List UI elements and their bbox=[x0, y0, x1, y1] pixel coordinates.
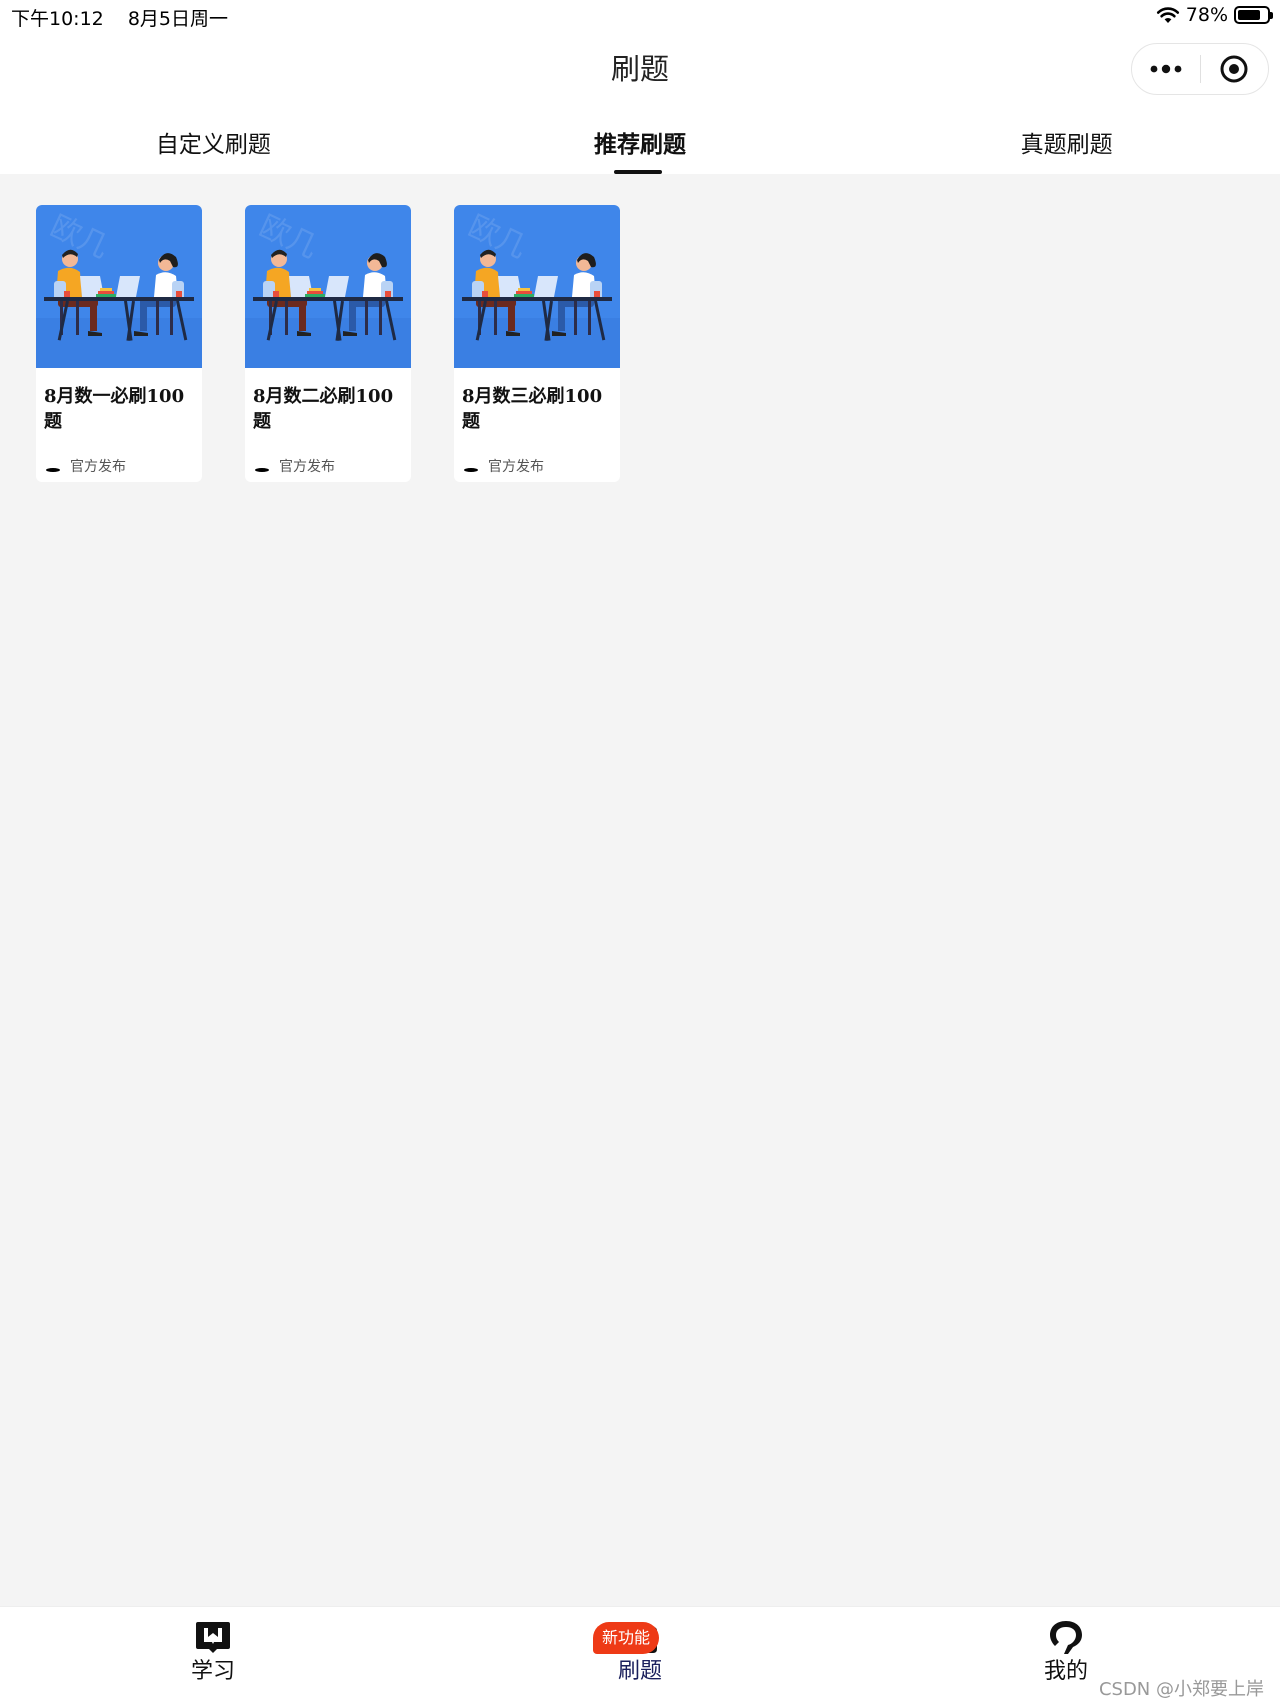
question-set-card[interactable]: 8月数一必刷100题 官方发布 bbox=[36, 205, 202, 482]
status-date: 8月5日周一 bbox=[127, 8, 228, 30]
tab-bar: 自定义刷题 推荐刷题 真题刷题 bbox=[0, 104, 1280, 174]
cover-illustration bbox=[245, 205, 411, 368]
book-icon bbox=[196, 1622, 230, 1653]
publisher-avatar bbox=[44, 457, 62, 475]
battery-icon bbox=[1234, 6, 1273, 24]
question-set-card[interactable]: 8月数二必刷100题 官方发布 bbox=[245, 205, 411, 482]
nav-label: 学习 bbox=[190, 1659, 235, 1684]
battery-level bbox=[1238, 10, 1260, 20]
more-button[interactable] bbox=[1132, 44, 1200, 94]
tab-past-exams[interactable]: 真题刷题 bbox=[853, 104, 1280, 174]
tab-label: 自定义刷题 bbox=[155, 132, 271, 158]
status-indicators: 78% bbox=[1156, 4, 1273, 26]
mini-program-capsule bbox=[1131, 43, 1269, 95]
bottom-tab-bar: 学习 刷题 新功能 我的 CSDN @小郑要上岸 bbox=[0, 1606, 1280, 1707]
active-tab-indicator bbox=[614, 170, 662, 174]
more-dots-icon bbox=[1150, 64, 1182, 74]
profile-icon bbox=[1050, 1621, 1082, 1654]
tab-label: 推荐刷题 bbox=[594, 132, 686, 158]
battery-percent: 78% bbox=[1185, 4, 1228, 26]
publisher-name: 官方发布 bbox=[488, 459, 544, 475]
publisher-avatar bbox=[462, 457, 480, 475]
tab-label: 真题刷题 bbox=[1020, 132, 1113, 158]
question-set-card[interactable]: 8月数三必刷100题 官方发布 bbox=[454, 205, 620, 482]
publisher-name: 官方发布 bbox=[70, 459, 126, 475]
nav-label: 刷题 bbox=[617, 1659, 662, 1684]
cover-illustration bbox=[36, 205, 202, 368]
watermark-text: CSDN @小郑要上岸 bbox=[1098, 1679, 1264, 1700]
close-mini-program-button[interactable] bbox=[1201, 44, 1269, 94]
question-set-grid: 8月数一必刷100题 官方发布 8月数二必刷100题 官方发布 8月数三必刷10… bbox=[36, 205, 620, 482]
card-title: 8月数二必刷100题 bbox=[253, 386, 394, 432]
new-feature-badge: 新功能 bbox=[593, 1622, 659, 1654]
status-time: 下午10:12 bbox=[11, 8, 104, 30]
cover-illustration bbox=[454, 205, 620, 368]
card-title: 8月数一必刷100题 bbox=[44, 386, 185, 432]
nav-item-study[interactable]: 学习 bbox=[158, 1617, 268, 1685]
card-footer: 官方发布 bbox=[44, 456, 126, 476]
status-bar: 下午10:12 8月5日周一 78% bbox=[0, 0, 1280, 32]
publisher-name: 官方发布 bbox=[279, 459, 335, 475]
tab-recommended[interactable]: 推荐刷题 bbox=[427, 104, 854, 174]
page-title: 刷题 bbox=[610, 52, 669, 86]
publisher-avatar bbox=[253, 457, 271, 475]
card-title: 8月数三必刷100题 bbox=[462, 386, 603, 432]
wifi-icon bbox=[1156, 7, 1179, 23]
card-footer: 官方发布 bbox=[462, 456, 544, 476]
target-circle-icon bbox=[1220, 55, 1248, 83]
status-time-date: 下午10:12 8月5日周一 bbox=[11, 4, 246, 31]
title-bar: 刷题 bbox=[0, 32, 1280, 104]
tab-custom[interactable]: 自定义刷题 bbox=[0, 104, 427, 174]
card-footer: 官方发布 bbox=[253, 456, 335, 476]
